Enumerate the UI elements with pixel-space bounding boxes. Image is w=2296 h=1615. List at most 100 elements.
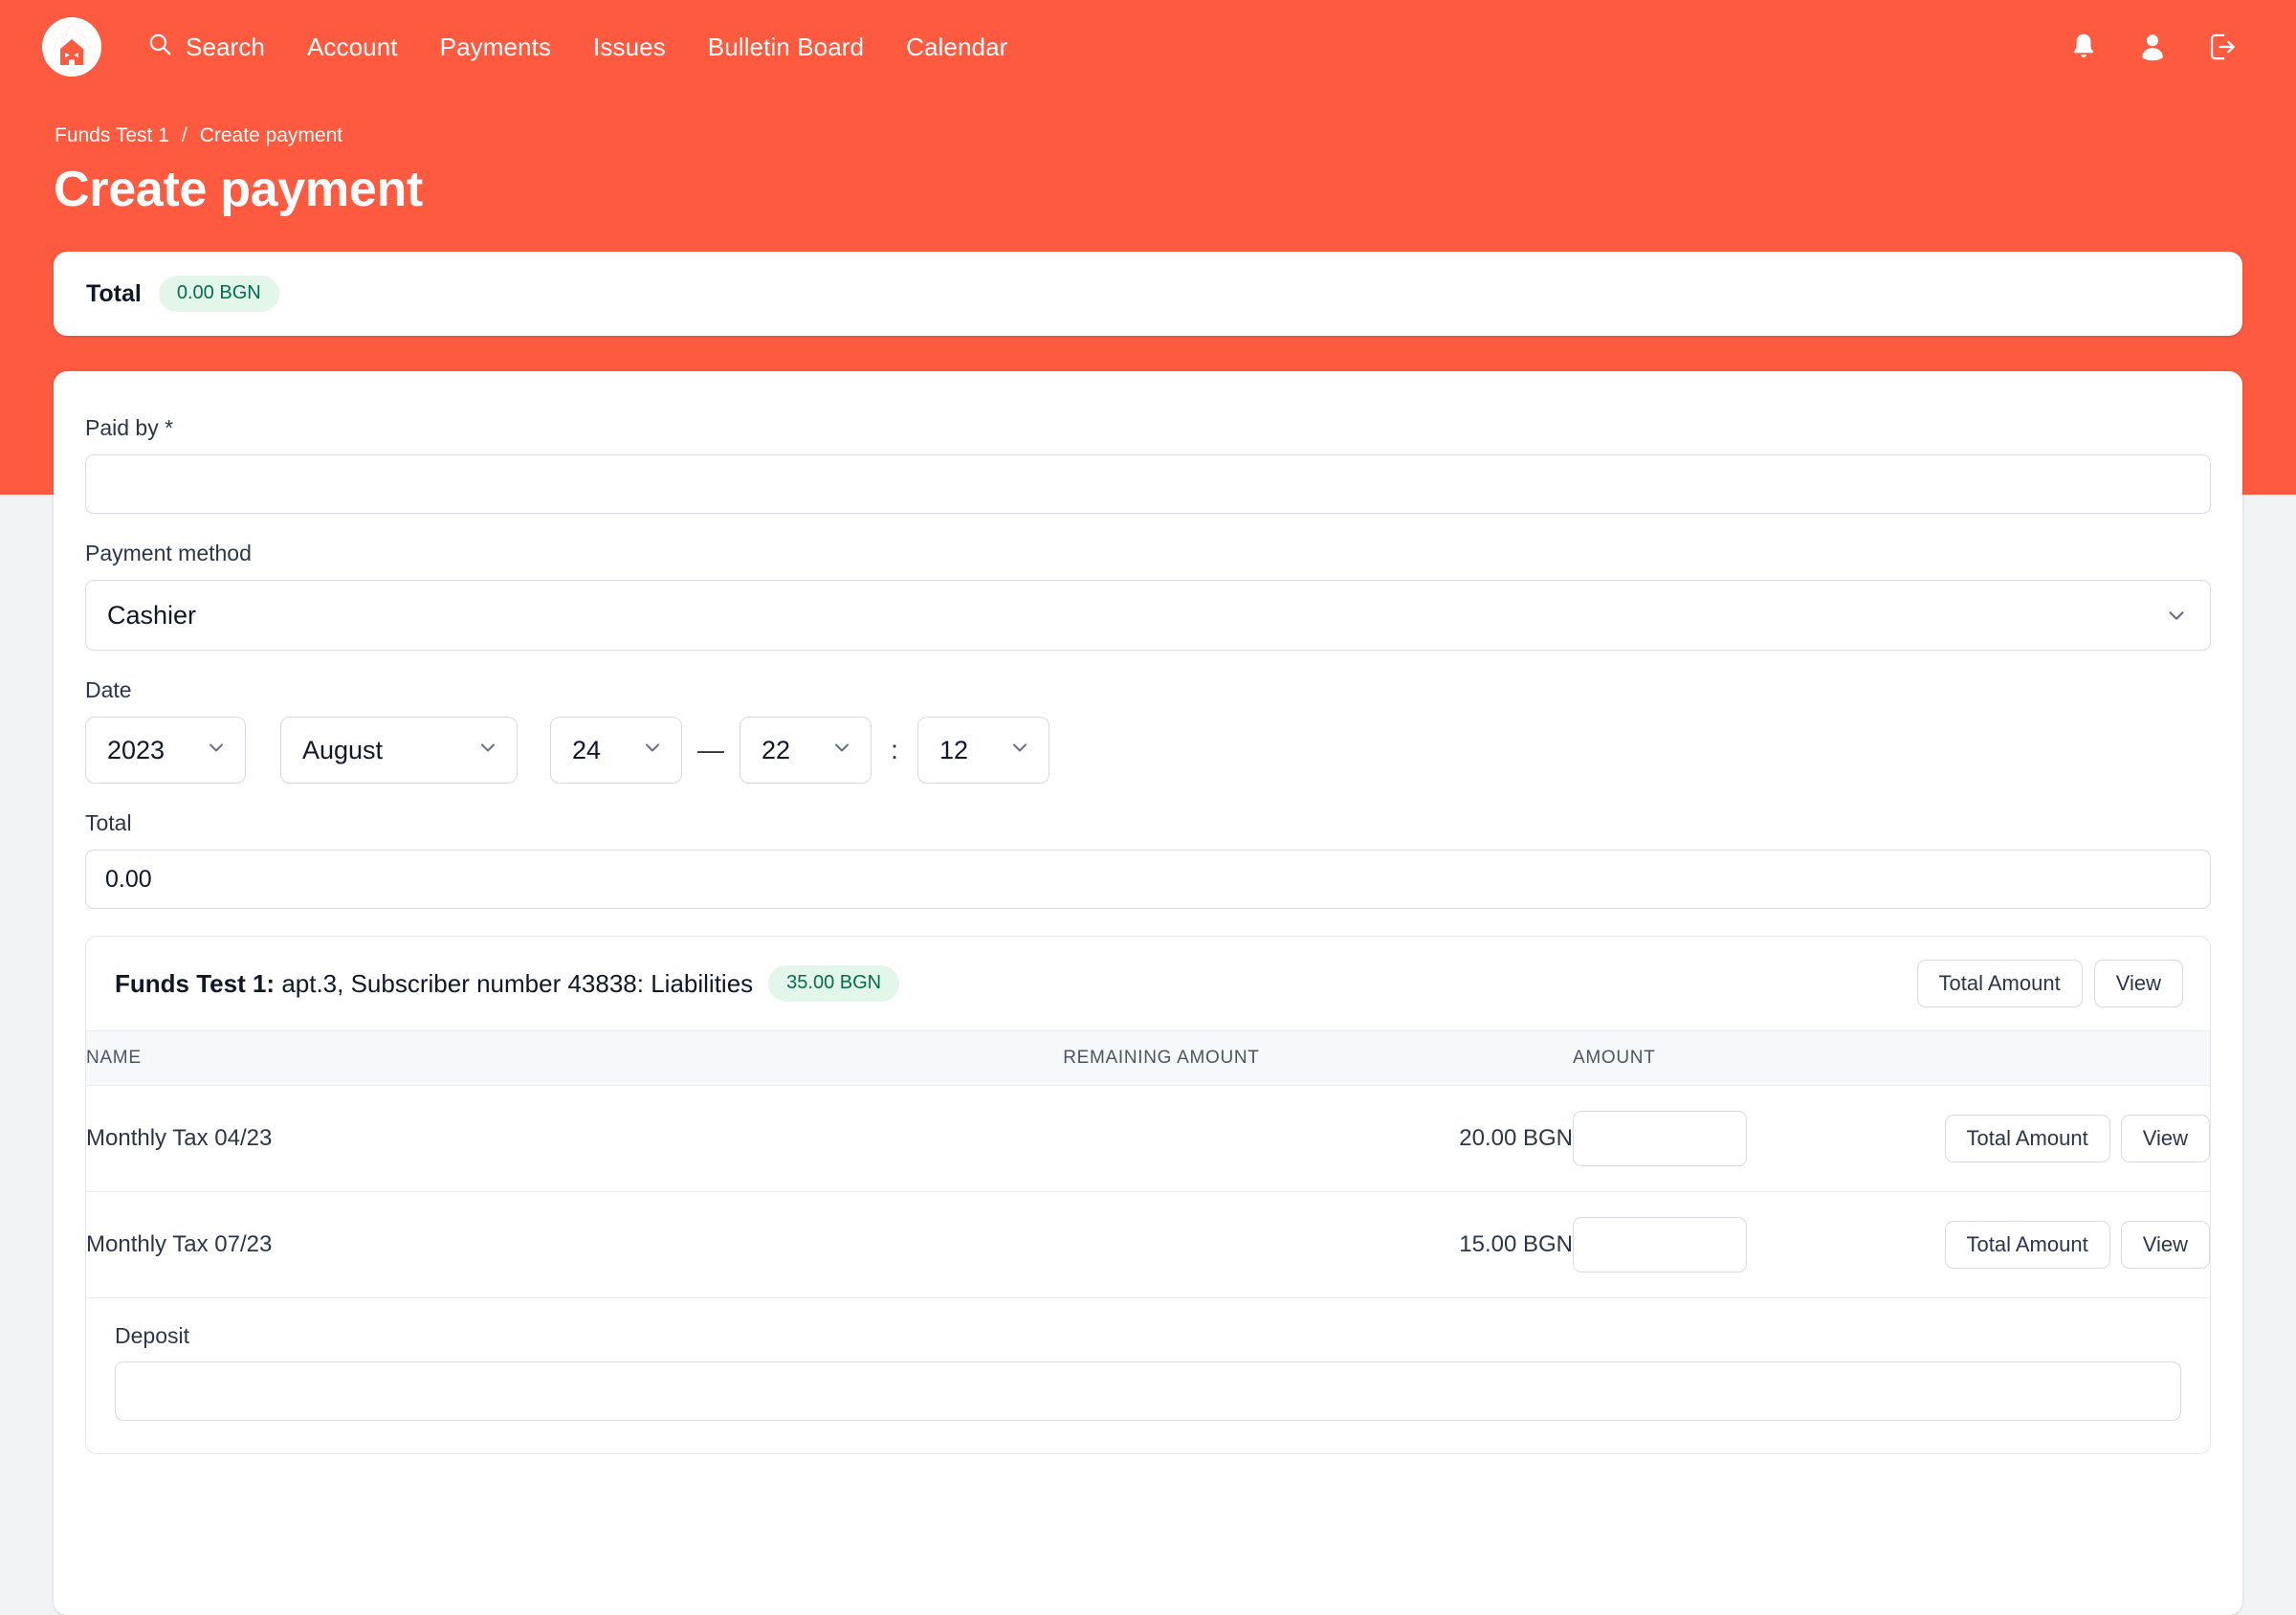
liabilities-table-body: Monthly Tax 04/23 20.00 BGN Total Amount… bbox=[86, 1085, 2210, 1298]
liabilities-title-rest: apt.3, Subscriber number 43838: Liabilit… bbox=[275, 968, 754, 998]
column-header-actions bbox=[1912, 1030, 2210, 1086]
user-profile-icon[interactable] bbox=[2139, 33, 2166, 61]
chevron-down-icon bbox=[830, 736, 853, 765]
column-header-remaining-amount: REMAINING AMOUNT bbox=[1063, 1030, 1573, 1086]
table-row: Monthly Tax 07/23 15.00 BGN Total Amount… bbox=[86, 1191, 2210, 1298]
row-remaining-amount: 15.00 BGN bbox=[1063, 1191, 1573, 1298]
breadcrumb-current: Create payment bbox=[199, 124, 343, 146]
nav-links: Search Account Payments Issues Bulletin … bbox=[126, 22, 1028, 73]
date-day-select[interactable]: 24 bbox=[550, 717, 682, 784]
date-label: Date bbox=[85, 677, 132, 702]
date-year-value: 2023 bbox=[107, 735, 166, 764]
time-hour-select[interactable]: 22 bbox=[740, 717, 872, 784]
notifications-bell-icon[interactable] bbox=[2070, 33, 2097, 61]
nav-item-bulletin-board-label: Bulletin Board bbox=[707, 32, 865, 61]
deposit-label: Deposit bbox=[115, 1323, 189, 1348]
liabilities-table: NAME REMAINING AMOUNT AMOUNT Monthly Tax… bbox=[86, 1030, 2210, 1298]
date-year-select[interactable]: 2023 bbox=[85, 717, 246, 784]
row-total-amount-button[interactable]: Total Amount bbox=[1944, 1115, 2110, 1162]
flame-house-logo-icon bbox=[54, 24, 90, 69]
breadcrumb-separator: / bbox=[181, 124, 188, 146]
flame-house-logo[interactable] bbox=[42, 17, 101, 77]
time-hour-value: 22 bbox=[762, 735, 791, 764]
page-title: Create payment bbox=[54, 162, 423, 217]
payment-method-field-group: Payment method Cashier bbox=[85, 541, 2211, 651]
table-header-row: NAME REMAINING AMOUNT AMOUNT bbox=[86, 1030, 2210, 1086]
row-amount-cell bbox=[1572, 1085, 1913, 1192]
liabilities-card-header: Funds Test 1: apt.3, Subscriber number 4… bbox=[86, 937, 2210, 1030]
liabilities-header-actions: Total Amount View bbox=[1916, 960, 2183, 1007]
row-name: Monthly Tax 07/23 bbox=[86, 1191, 1064, 1298]
breadcrumb: Funds Test 1 / Create payment bbox=[55, 124, 342, 147]
nav-item-issues-label: Issues bbox=[593, 32, 666, 61]
payment-method-label: Payment method bbox=[85, 541, 252, 565]
row-actions-cell: Total Amount View bbox=[1912, 1191, 2210, 1298]
paid-by-label: Paid by * bbox=[85, 415, 174, 440]
nav-item-bulletin-board[interactable]: Bulletin Board bbox=[687, 23, 885, 72]
breadcrumb-parent[interactable]: Funds Test 1 bbox=[55, 124, 169, 147]
search-icon bbox=[147, 32, 172, 63]
column-header-name: NAME bbox=[86, 1030, 1064, 1086]
total-input-value: 0.00 bbox=[105, 865, 152, 893]
nav-right-actions bbox=[2070, 33, 2254, 61]
total-summary-card: Total 0.00 BGN bbox=[54, 252, 2242, 336]
total-summary-label: Total bbox=[86, 279, 142, 307]
row-actions-cell: Total Amount View bbox=[1912, 1085, 2210, 1192]
row-remaining-amount: 20.00 BGN bbox=[1063, 1085, 1573, 1192]
row-name: Monthly Tax 04/23 bbox=[86, 1085, 1064, 1192]
paid-by-field-group: Paid by * bbox=[85, 415, 2211, 514]
nav-item-search-label: Search bbox=[186, 32, 265, 61]
chevron-down-icon bbox=[2164, 603, 2189, 628]
row-amount-input[interactable] bbox=[1572, 1217, 1747, 1272]
chevron-down-icon bbox=[641, 736, 664, 765]
nav-item-account-label: Account bbox=[306, 32, 398, 61]
liabilities-total-amount-button[interactable]: Total Amount bbox=[1916, 960, 2083, 1007]
time-colon-separator: : bbox=[891, 735, 898, 764]
total-summary-badge: 0.00 BGN bbox=[158, 276, 279, 312]
date-month-select[interactable]: August bbox=[280, 717, 518, 784]
nav-item-payments[interactable]: Payments bbox=[419, 23, 572, 72]
total-field-group: Total 0.00 bbox=[85, 810, 2211, 909]
date-field-group: Date 2023 August 24 — 22: 12 bbox=[85, 677, 2211, 784]
deposit-field-group: Deposit bbox=[86, 1298, 2210, 1453]
create-payment-form-card: Paid by * Payment method Cashier Date 20… bbox=[54, 371, 2242, 1615]
liabilities-title-bold: Funds Test 1: bbox=[115, 968, 276, 998]
chevron-down-icon bbox=[1008, 736, 1031, 765]
logout-icon[interactable] bbox=[2208, 33, 2237, 61]
date-month-value: August bbox=[302, 735, 384, 764]
nav-item-search[interactable]: Search bbox=[126, 22, 286, 73]
liabilities-total-badge: 35.00 BGN bbox=[768, 965, 900, 1002]
liabilities-table-head: NAME REMAINING AMOUNT AMOUNT bbox=[86, 1030, 2210, 1086]
nav-item-payments-label: Payments bbox=[439, 32, 552, 61]
liabilities-card: Funds Test 1: apt.3, Subscriber number 4… bbox=[85, 936, 2211, 1454]
nav-item-issues[interactable]: Issues bbox=[572, 23, 687, 72]
date-controls-row: 2023 August 24 — 22: 12 bbox=[85, 717, 2211, 784]
column-header-amount: AMOUNT bbox=[1572, 1030, 1913, 1086]
nav-item-calendar-label: Calendar bbox=[906, 32, 1008, 61]
chevron-down-icon bbox=[476, 736, 499, 765]
row-actions: Total Amount View bbox=[1944, 1221, 2210, 1269]
liabilities-view-button[interactable]: View bbox=[2093, 960, 2183, 1007]
row-amount-cell bbox=[1572, 1191, 1913, 1298]
row-amount-input[interactable] bbox=[1572, 1111, 1747, 1166]
deposit-input[interactable] bbox=[115, 1361, 2181, 1421]
top-navigation-bar: Search Account Payments Issues Bulletin … bbox=[0, 0, 2296, 94]
payment-method-value: Cashier bbox=[107, 600, 197, 630]
total-input-label: Total bbox=[85, 810, 132, 835]
paid-by-input[interactable] bbox=[85, 454, 2211, 514]
time-minute-select[interactable]: 12 bbox=[917, 717, 1049, 784]
nav-item-calendar[interactable]: Calendar bbox=[885, 23, 1028, 72]
liabilities-title: Funds Test 1: apt.3, Subscriber number 4… bbox=[115, 969, 753, 999]
time-minute-value: 12 bbox=[939, 735, 969, 764]
chevron-down-icon bbox=[205, 736, 228, 765]
total-input[interactable]: 0.00 bbox=[85, 850, 2211, 909]
nav-item-account[interactable]: Account bbox=[286, 23, 419, 72]
table-row: Monthly Tax 04/23 20.00 BGN Total Amount… bbox=[86, 1085, 2210, 1192]
row-view-button[interactable]: View bbox=[2120, 1221, 2210, 1269]
payment-method-select[interactable]: Cashier bbox=[85, 580, 2211, 651]
row-actions: Total Amount View bbox=[1944, 1115, 2210, 1162]
row-view-button[interactable]: View bbox=[2120, 1115, 2210, 1162]
date-day-value: 24 bbox=[572, 735, 602, 764]
row-total-amount-button[interactable]: Total Amount bbox=[1944, 1221, 2110, 1269]
date-time-dash-separator: — bbox=[697, 735, 724, 764]
